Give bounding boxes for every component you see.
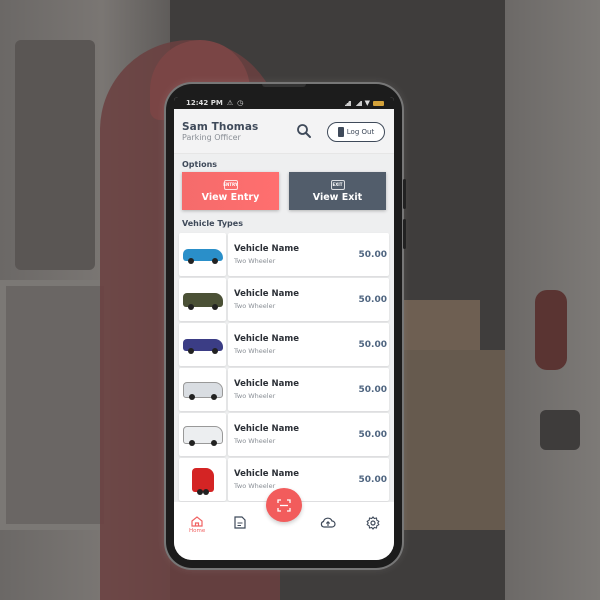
truck-image [182,425,223,446]
vehicle-name: Vehicle Name [234,334,299,344]
home-icon [191,516,203,527]
signal-icon [342,100,351,106]
user-name: Sam Thomas [182,120,259,133]
bus-image [182,381,223,400]
user-role: Parking Officer [182,132,241,142]
exit-gate-icon: EXIT [330,179,345,190]
vehicle-name: Vehicle Name [234,424,299,434]
logout-label: Log Out [346,128,375,136]
nav-documents[interactable] [234,516,246,529]
vehicle-row[interactable]: Vehicle Name Two Wheeler 50.00 [179,368,389,411]
user-info: Sam Thomas Parking Officer [182,121,258,142]
search-button[interactable] [296,123,312,139]
vehicle-row[interactable]: Vehicle Name Two Wheeler 50.00 [179,233,389,276]
view-entry-button[interactable]: ENTRY View Entry [182,172,279,210]
nav-home[interactable]: Home [189,516,205,534]
logout-button[interactable]: Log Out [327,122,385,142]
status-bar: 12:42 PM ⚠ ◷ ▼ [174,97,394,109]
vehicle-price: 50.00 [358,384,387,395]
vehicle-price: 50.00 [358,474,387,485]
status-time: 12:42 PM [186,99,223,107]
mute-icon: ⚠ [226,99,234,107]
search-icon [297,124,311,138]
vehicle-price: 50.00 [358,249,387,260]
app-header: Sam Thomas Parking Officer Log Out [174,109,394,154]
logout-icon [337,127,344,137]
nav-settings[interactable] [366,516,380,530]
jeep-image [182,292,223,310]
vehicle-row[interactable]: Vehicle Name Two Wheeler 50.00 [179,278,389,321]
vehicle-type: Two Wheeler [234,302,276,310]
scan-icon [277,498,291,512]
cloud-upload-icon [320,517,336,528]
options-heading: Options [182,160,218,169]
entry-gate-icon: ENTRY [223,179,238,190]
car-image [182,248,223,264]
vehicle-name: Vehicle Name [234,244,299,254]
scan-button[interactable] [266,488,302,522]
signal-icon [353,100,362,106]
cardboard-box [395,350,505,530]
vehicle-list: Vehicle Name Two Wheeler 50.00 Vehicle Nam… [174,233,394,501]
volume-button [403,179,406,209]
vehicle-price: 50.00 [358,294,387,305]
phone-speaker [262,84,306,87]
nav-home-label: Home [189,528,206,534]
tuk-tuk-image [191,467,214,495]
vehicle-name: Vehicle Name [234,469,299,479]
vehicle-type: Two Wheeler [234,347,276,355]
power-button [403,219,406,249]
cardboard-box [400,300,480,350]
wifi-icon: ▼ [364,99,370,107]
vehicle-row[interactable]: Vehicle Name Two Wheeler 50.00 [179,323,389,366]
vehicle-price: 50.00 [358,339,387,350]
bottom-nav: Home [174,488,394,560]
phone-frame: 12:42 PM ⚠ ◷ ▼ Sam Thomas Parking Office… [166,84,406,568]
view-exit-button[interactable]: EXIT View Exit [289,172,386,210]
options-group: ENTRY View Entry EXIT View Exit [174,172,394,210]
document-icon [234,516,246,529]
vehicle-name: Vehicle Name [234,289,299,299]
van-door-panel [0,280,110,530]
van-tail-light [535,290,567,370]
view-entry-label: View Entry [201,191,260,203]
vehicle-price: 50.00 [358,429,387,440]
gear-icon [366,516,380,530]
vehicle-name: Vehicle Name [234,379,299,389]
van-door-panel [15,40,95,270]
vehicle-row[interactable]: Vehicle Name Two Wheeler 50.00 [179,413,389,456]
battery-icon [373,100,384,106]
van-door-handle [540,410,580,450]
vehicle-type: Two Wheeler [234,437,276,445]
alarm-icon: ◷ [237,99,244,107]
vehicle-types-heading: Vehicle Types [182,219,243,228]
vehicle-type: Two Wheeler [234,392,276,400]
view-exit-label: View Exit [312,191,363,203]
app-screen: 12:42 PM ⚠ ◷ ▼ Sam Thomas Parking Office… [174,97,394,560]
nav-upload[interactable] [320,516,336,529]
cargo-trike-image [182,338,223,354]
vehicle-type: Two Wheeler [234,257,276,265]
